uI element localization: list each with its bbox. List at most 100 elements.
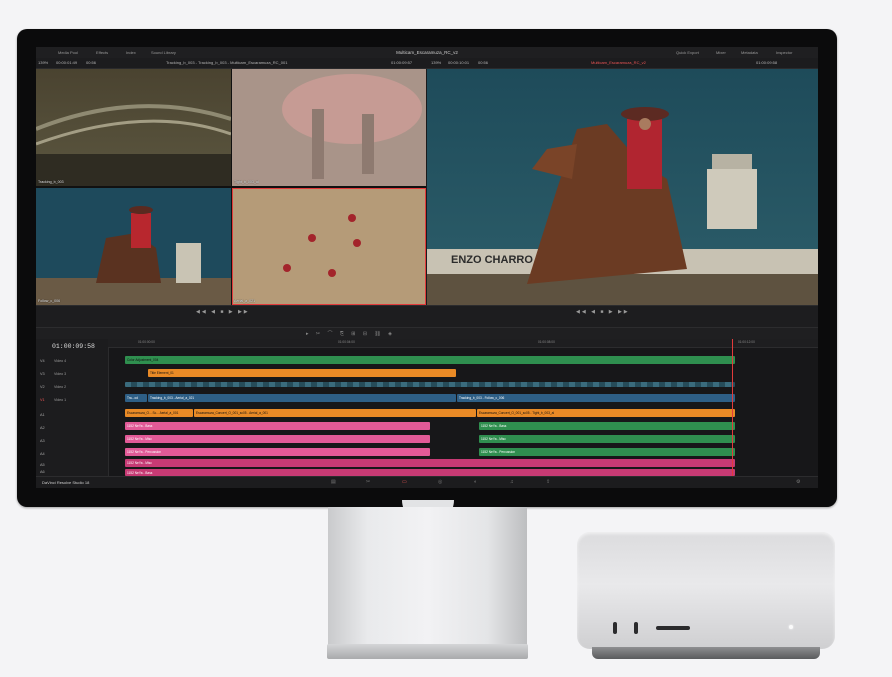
source-zoom[interactable]: 139% bbox=[38, 60, 48, 65]
track-a6-id: A6 bbox=[40, 470, 45, 474]
color-page-icon[interactable]: ◐ bbox=[474, 479, 477, 485]
clip-title-element[interactable]: Title Element_01 bbox=[148, 369, 456, 377]
track-v4-name: Video 4 bbox=[54, 359, 67, 363]
clip-a3-left[interactable]: 1152 NeYa - Misc bbox=[125, 435, 430, 443]
angle-2-label: Tight_b_003_al bbox=[234, 180, 259, 184]
playhead[interactable] bbox=[732, 339, 733, 476]
clip-a6[interactable]: 1152 NeYa - Bass bbox=[125, 469, 735, 476]
page-navigation: DaVinci Resolve Studio 18 ▤ ✂ ▭ ◎ ◐ ♫ ⇪ … bbox=[36, 476, 818, 488]
angle-1-label: Tracking_b_003 bbox=[38, 180, 64, 184]
fairlight-page-icon[interactable]: ♫ bbox=[510, 479, 514, 485]
track-v3-id: V3 bbox=[40, 372, 45, 376]
track-a1-id: A1 bbox=[40, 413, 45, 417]
edit-page-icon[interactable]: ▭ bbox=[402, 479, 407, 485]
clip-label: Tracking_b_003 - Aerial_a_021 bbox=[150, 396, 195, 400]
media-page-icon[interactable]: ▤ bbox=[331, 479, 336, 485]
settings-icon[interactable]: ⚙ bbox=[796, 479, 800, 485]
clip-a4-left[interactable]: 1152 NeYa - Percussion bbox=[125, 448, 430, 456]
display-stand-base bbox=[327, 644, 528, 659]
clip-label: 1152 NeYa - Bass bbox=[481, 424, 507, 428]
clip-v1-b[interactable]: Tracking_b_003 - Aerial_a_021 bbox=[148, 394, 456, 402]
record-timecode: 00:00:10:01 bbox=[448, 60, 470, 65]
angle-3-label: Follow_c_006 bbox=[38, 299, 61, 303]
track-a5-id: A5 bbox=[40, 463, 45, 467]
clip-label: 1152 NeYa - Percussion bbox=[127, 450, 162, 454]
record-transport[interactable]: ◀◀ ◀ ■ ▶ ▶▶ bbox=[576, 309, 630, 315]
timeline-timecode: 01:00:09:58 bbox=[52, 343, 95, 350]
cut-page-icon[interactable]: ✂ bbox=[366, 479, 370, 485]
usb-c-port-1 bbox=[613, 622, 617, 634]
source-transport[interactable]: ◀◀ ◀ ■ ▶ ▶▶ bbox=[196, 309, 250, 315]
clip-label: Escaramuza_O... Sc... Aerial_a_001 bbox=[127, 411, 179, 415]
track-a3-id: A3 bbox=[40, 439, 45, 443]
display-stand bbox=[328, 507, 527, 647]
timeline-panel: 01:00:09:58 V4 Video 4 V3 Video 3 V2 Vid… bbox=[36, 339, 818, 476]
clip-v2-thumbnails[interactable] bbox=[125, 382, 735, 387]
usb-c-port-2 bbox=[634, 622, 638, 634]
angle-2[interactable]: Tight_b_003_al bbox=[232, 69, 426, 186]
ruler-tick-2: 01:00:08:00 bbox=[538, 340, 555, 344]
clip-a3-right[interactable]: 1152 NeYa - Misc bbox=[479, 435, 735, 443]
source-position: 01:00:09:57 bbox=[391, 60, 413, 65]
angle-1-frame bbox=[36, 69, 231, 186]
track-v1-id: V1 bbox=[40, 398, 45, 402]
studio-display: Media Pool Effects Index Sound Library M… bbox=[17, 29, 837, 507]
track-v2-id: V2 bbox=[40, 385, 45, 389]
record-duration: 00:56 bbox=[478, 60, 489, 65]
track-headers: 01:00:09:58 V4 Video 4 V3 Video 3 V2 Vid… bbox=[36, 339, 109, 476]
ruler-tick-0: 01:00:00:00 bbox=[138, 340, 155, 344]
timeline-name: Multicam_Escaramuza_RC_v2 bbox=[591, 60, 646, 65]
angle-4-label: Aerial_a_021 bbox=[234, 299, 256, 303]
clip-color-adjustment[interactable]: Color Adjustment_004 bbox=[125, 356, 735, 364]
source-duration: 00:56 bbox=[86, 60, 97, 65]
davinci-resolve-window: Media Pool Effects Index Sound Library M… bbox=[36, 47, 818, 488]
source-clip-name: Tracking_b_003 - Tracking_b_003 - Multic… bbox=[166, 60, 288, 65]
clip-a5[interactable]: 1152 NeYa - Misc bbox=[125, 459, 735, 467]
menu-inspector[interactable]: Inspector bbox=[776, 50, 792, 55]
clip-a2-left[interactable]: 1152 NeYa - Bass bbox=[125, 422, 430, 430]
record-position: 01:00:09:58 bbox=[756, 60, 778, 65]
clip-label: 1152 NeYa - Misc bbox=[127, 437, 152, 441]
clip-label: 1152 NeYa - Misc bbox=[127, 461, 152, 465]
clip-v1-c[interactable]: Tracking_b_003 - Follow_c_006 bbox=[457, 394, 735, 402]
angle-3-frame bbox=[36, 188, 231, 305]
power-indicator bbox=[789, 625, 793, 629]
track-v1-name: Video 1 bbox=[54, 398, 67, 402]
track-v4-id: V4 bbox=[40, 359, 45, 363]
sign-text: ENZO CHARRO bbox=[451, 254, 533, 266]
angle-1[interactable]: Tracking_b_003 bbox=[36, 69, 231, 186]
clip-a1-c[interactable]: Escaramuza_Concert_O_001_sc05 - Tight_b_… bbox=[477, 409, 735, 417]
clip-label: 1152 NeYa - Percussion bbox=[481, 450, 516, 454]
timeline-ruler[interactable]: 01:00:00:00 01:00:04:00 01:00:08:00 01:0… bbox=[108, 339, 818, 348]
program-frame bbox=[427, 69, 818, 305]
sd-card-slot bbox=[656, 626, 690, 630]
menu-quick-export[interactable]: Quick Export bbox=[676, 50, 699, 55]
angle-3[interactable]: Follow_c_006 bbox=[36, 188, 231, 305]
angle-4[interactable]: Aerial_a_021 bbox=[232, 188, 426, 305]
clip-label: 1152 NeYa - Bass bbox=[127, 424, 153, 428]
menu-mixer[interactable]: Mixer bbox=[716, 50, 726, 55]
clip-a1-a[interactable]: Escaramuza_O... Sc... Aerial_a_001 bbox=[125, 409, 193, 417]
deliver-page-icon[interactable]: ⇪ bbox=[546, 479, 550, 485]
track-a2-id: A2 bbox=[40, 426, 45, 430]
track-v2-name: Video 2 bbox=[54, 385, 67, 389]
fusion-page-icon[interactable]: ◎ bbox=[438, 479, 442, 485]
menu-metadata[interactable]: Metadata bbox=[741, 50, 758, 55]
multicam-viewer: Tracking_b_003 Tight_b_003_al Follow_c_0… bbox=[36, 69, 426, 305]
clip-label: Escaramuza_Concert_O_001_sc05 - Aerial_a… bbox=[196, 411, 268, 415]
clip-a2-right[interactable]: 1152 NeYa - Bass bbox=[479, 422, 735, 430]
program-viewer[interactable]: ENZO CHARRO bbox=[427, 69, 818, 305]
clip-label: Tracking_b_003 - Follow_c_006 bbox=[459, 396, 505, 400]
clip-a1-b[interactable]: Escaramuza_Concert_O_001_sc05 - Aerial_a… bbox=[194, 409, 476, 417]
clip-label: Color Adjustment_004 bbox=[127, 358, 159, 362]
source-timecode: 00:00:01:49 bbox=[56, 60, 78, 65]
transport-controls: ◀◀ ◀ ■ ▶ ▶▶ ◀◀ ◀ ■ ▶ ▶▶ bbox=[36, 305, 818, 328]
angle-2-frame bbox=[232, 69, 426, 186]
project-title: Multicam_Escaramuza_RC_v2 bbox=[396, 50, 458, 55]
record-zoom[interactable]: 139% bbox=[431, 60, 441, 65]
track-v3-name: Video 3 bbox=[54, 372, 67, 376]
track-a4-id: A4 bbox=[40, 452, 45, 456]
clip-v1-a[interactable]: Tra...od bbox=[125, 394, 147, 402]
clip-a4-right[interactable]: 1152 NeYa - Percussion bbox=[479, 448, 735, 456]
edit-tools[interactable]: ▸ ✂ ⌒ ⎘ ⊞ ⊟ ⛓ ◈ bbox=[306, 330, 395, 337]
